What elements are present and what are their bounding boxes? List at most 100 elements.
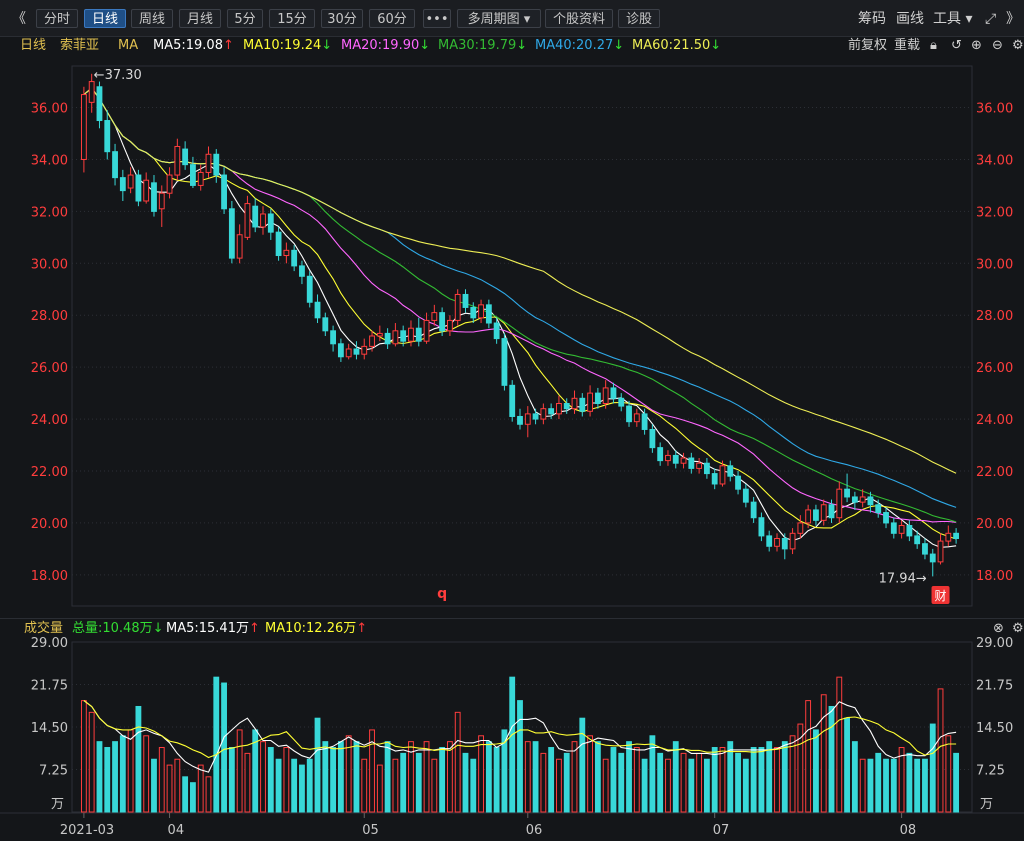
candle-body — [711, 473, 718, 485]
candle-body — [306, 275, 313, 303]
candle-body — [236, 234, 243, 259]
volume-bar — [898, 747, 905, 813]
volume-bar — [80, 700, 87, 813]
candle-body — [493, 322, 500, 340]
volume-bar — [851, 741, 858, 813]
candle-body — [610, 387, 617, 399]
volume-bar — [672, 741, 679, 813]
price-tick-right: 30.00 — [976, 257, 1013, 272]
candle-body — [883, 512, 889, 524]
candle-body — [680, 457, 687, 464]
volume-bar — [797, 723, 804, 813]
candle-body — [781, 538, 788, 550]
candle-body — [158, 192, 165, 210]
price-tick-left: 34.00 — [31, 153, 68, 168]
price-tick-left: 20.00 — [31, 517, 68, 532]
candle-body — [875, 504, 882, 514]
volume-tick-left: 7.25 — [39, 764, 68, 779]
volume-bar — [158, 747, 165, 813]
ma-line-20 — [83, 87, 957, 523]
candle-body — [633, 413, 640, 423]
volume-ma5: MA5:15.41万↑ — [166, 621, 260, 636]
candle-body — [88, 81, 95, 103]
volume-bar — [283, 747, 290, 813]
candle-body — [937, 540, 944, 563]
candle-body — [267, 213, 274, 233]
volume-bar — [922, 758, 928, 813]
volume-bar — [337, 741, 344, 813]
volume-bar — [135, 705, 142, 813]
volume-bar — [610, 747, 617, 813]
volume-bar — [828, 705, 835, 813]
candle-body — [571, 397, 578, 410]
volume-bar — [174, 758, 181, 813]
kline-chart[interactable]: 36.00 36.00 34.00 34.00 32.00 32.00 30.00 30.00… — [0, 0, 1024, 841]
candle-body — [423, 319, 430, 342]
candle-body — [213, 153, 220, 176]
candle-body — [758, 517, 765, 537]
candle-body — [392, 330, 399, 345]
candle-body — [322, 317, 329, 332]
candle-body — [820, 504, 827, 521]
candle-body — [454, 293, 461, 321]
volume-bar — [454, 711, 461, 813]
x-axis-label: 08 — [900, 823, 917, 838]
price-tick-right: 36.00 — [976, 102, 1013, 117]
volume-bar — [657, 752, 664, 813]
candle-body — [914, 535, 921, 545]
volume-bar — [929, 723, 936, 813]
candle-body — [291, 249, 298, 267]
volume-bar — [626, 741, 632, 813]
volume-legend: 成交量 总量:10.48万↓ MA5:15.41万↑ MA10:12.26万↑ … — [0, 618, 1024, 639]
volume-bar — [781, 741, 788, 813]
volume-bar — [750, 747, 757, 813]
volume-ma10: MA10:12.26万↑ — [265, 621, 368, 636]
finance-marker: 财 — [935, 589, 947, 603]
candle-body — [797, 522, 804, 534]
candle-body — [540, 408, 547, 420]
volume-bar — [665, 758, 671, 813]
candle-body — [400, 330, 407, 342]
volume-bar — [945, 735, 952, 813]
volume-bar — [820, 694, 827, 813]
volume-bar — [859, 758, 866, 813]
volume-bar — [875, 752, 882, 813]
candle-body — [532, 413, 539, 420]
volume-title: 成交量 — [24, 621, 64, 636]
candle-body — [143, 179, 150, 202]
close-volume-icon[interactable]: ⊗ — [993, 619, 1004, 639]
candle-body — [851, 496, 858, 503]
volume-bar — [532, 741, 539, 813]
candle-body — [96, 86, 103, 122]
price-tick-right: 20.00 — [976, 517, 1013, 532]
candle-body — [688, 457, 695, 469]
volume-bar — [151, 758, 157, 813]
candle-body — [929, 553, 936, 563]
price-tick-right: 28.00 — [976, 309, 1013, 324]
candle-body — [439, 312, 446, 332]
x-axis-label: 2021-03 — [60, 823, 114, 838]
candle-body — [563, 403, 570, 410]
volume-bar — [517, 700, 523, 813]
low-price-annotation: 17.94→ — [879, 571, 927, 586]
volume-bar — [548, 747, 555, 813]
volume-settings-icon[interactable]: ⚙ — [1012, 619, 1024, 639]
volume-bar — [641, 758, 648, 813]
x-axis-label: 05 — [362, 823, 379, 838]
volume-bar — [353, 741, 360, 813]
candle-body — [524, 413, 531, 425]
volume-bar — [766, 741, 773, 813]
volume-bar — [711, 747, 718, 813]
volume-bar — [587, 735, 594, 813]
volume-bar — [563, 752, 570, 813]
x-axis-label: 04 — [168, 823, 185, 838]
candle-body — [299, 265, 305, 277]
candle-body — [151, 182, 157, 212]
candle-body — [408, 327, 414, 342]
volume-bar — [439, 747, 446, 813]
candle-body — [369, 335, 375, 347]
candle-body — [361, 345, 368, 355]
candle-body — [353, 348, 360, 355]
candle-body — [283, 249, 290, 257]
price-tick-right: 24.00 — [976, 413, 1013, 428]
